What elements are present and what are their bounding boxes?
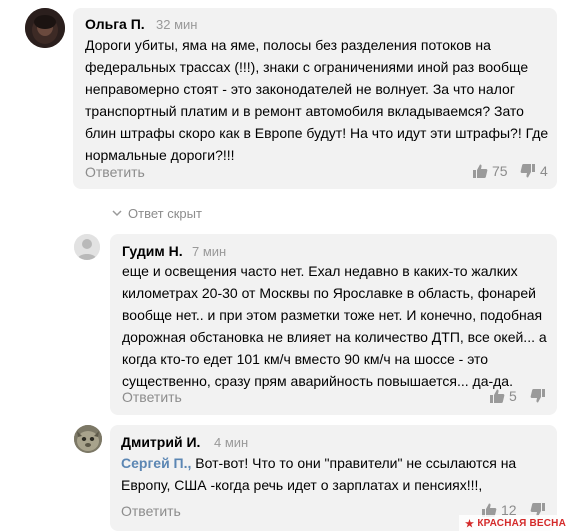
star-icon bbox=[465, 518, 475, 528]
comment-text-line: транспортный платим и в ремонт автомобил… bbox=[85, 103, 524, 119]
chevron-down-icon bbox=[112, 210, 122, 217]
avatar[interactable] bbox=[74, 425, 102, 453]
like-button[interactable]: 5 bbox=[489, 388, 517, 404]
comment-text: Сергей П., Вот-вот! Что то они "правител… bbox=[121, 452, 553, 496]
dislike-button[interactable] bbox=[530, 388, 546, 404]
default-user-icon bbox=[74, 234, 100, 260]
comment-text-line: блин штрафы скоро как в Европе будут! На… bbox=[85, 125, 549, 141]
comment-time: 4 мин bbox=[214, 435, 249, 450]
hidden-reply-toggle[interactable]: Ответ скрыт bbox=[112, 206, 202, 221]
like-count: 75 bbox=[492, 163, 508, 179]
watermark-text: КРАСНАЯ ВЕСНА bbox=[477, 517, 566, 529]
comment-text-line: километрах 20-30 от Москвы по Ярославке … bbox=[122, 285, 536, 301]
thumbs-up-icon bbox=[490, 389, 505, 403]
comment-text-line: Дороги убиты, яма на яме, полосы без раз… bbox=[85, 37, 491, 53]
comment-text-line: Сергей П., Вот-вот! Что то они "правител… bbox=[121, 452, 553, 474]
comment-text-line: неправомерно стоят - это законодателей н… bbox=[85, 81, 515, 97]
comment-text-line: когда кто-то едет 101 км/ч вместо 90 км/… bbox=[122, 351, 489, 367]
avatar[interactable] bbox=[74, 234, 100, 260]
comment-text: Дороги убиты, яма на яме, полосы без раз… bbox=[85, 34, 551, 166]
comment-text-line: дорожная обстановка не влияет на количес… bbox=[122, 329, 547, 345]
comment-text-fragment: Вот-вот! Что то они "правители" не ссыла… bbox=[191, 455, 517, 471]
hidden-reply-label: Ответ скрыт bbox=[128, 206, 202, 221]
thumbs-up-icon bbox=[473, 164, 488, 178]
comment-text-line: вообще нет.. и при этом разметки тоже не… bbox=[122, 307, 543, 323]
reply-button[interactable]: Ответить bbox=[122, 389, 182, 405]
mention-link[interactable]: Сергей П., bbox=[121, 455, 191, 471]
dislike-button[interactable]: 4 bbox=[520, 163, 548, 179]
comment-time: 7 мин bbox=[192, 244, 227, 259]
like-button[interactable]: 75 bbox=[472, 163, 508, 179]
comment-text-line: Европу, США -когда речь идет о зарплатах… bbox=[121, 477, 483, 493]
comment-author[interactable]: Гудим Н. bbox=[122, 243, 183, 259]
comment-text-line: федеральных трассах (!!!), знаки с огран… bbox=[85, 59, 529, 75]
comment-text: еще и освещения часто нет. Ехал недавно … bbox=[122, 260, 554, 392]
comment-time: 32 мин bbox=[156, 17, 198, 32]
comment-text-line: еще и освещения часто нет. Ехал недавно … bbox=[122, 263, 518, 279]
reply-button[interactable]: Ответить bbox=[85, 164, 145, 180]
watermark: КРАСНАЯ ВЕСНА bbox=[459, 515, 570, 531]
like-count: 5 bbox=[509, 388, 517, 404]
thumbs-down-icon bbox=[530, 389, 545, 403]
comment-author[interactable]: Ольга П. bbox=[85, 16, 145, 32]
comment-author[interactable]: Дмитрий И. bbox=[121, 434, 200, 450]
dislike-count: 4 bbox=[540, 163, 548, 179]
avatar[interactable] bbox=[25, 8, 65, 48]
thumbs-down-icon bbox=[520, 164, 535, 178]
reply-button[interactable]: Ответить bbox=[121, 503, 181, 519]
